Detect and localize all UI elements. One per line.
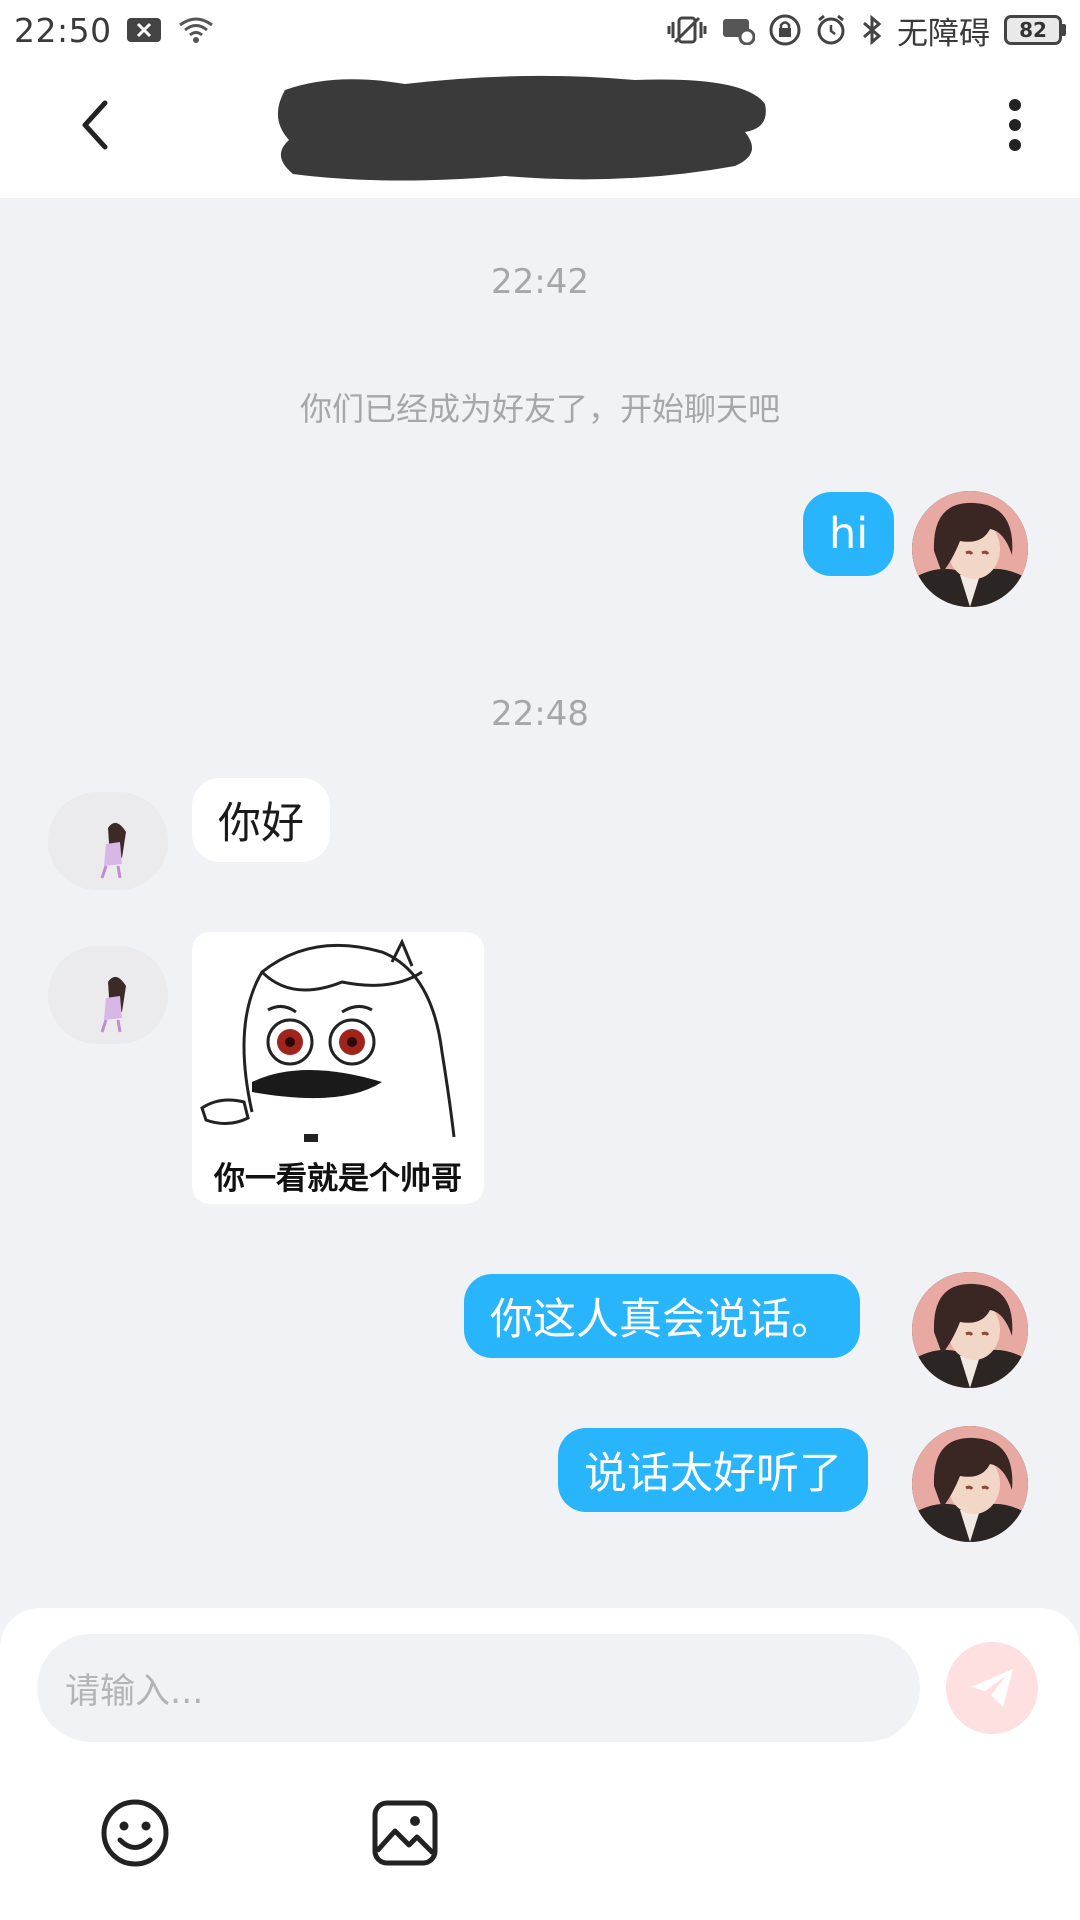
my-avatar[interactable] [912,1426,1028,1542]
emoji-icon [101,1799,169,1867]
message-bubble-sent[interactable]: 说话太好听了 [558,1428,868,1512]
timestamp: 22:48 [491,694,589,734]
send-button[interactable] [946,1642,1038,1734]
chat-header [0,60,1080,198]
notification-x-icon [126,16,162,44]
back-button[interactable] [60,90,130,160]
status-time: 22:50 [14,10,112,50]
contact-avatar[interactable] [48,792,168,890]
my-avatar[interactable] [912,491,1028,607]
more-options-button[interactable] [990,90,1040,160]
sticker-image [192,932,484,1162]
lock-icon [769,14,801,46]
my-avatar[interactable] [912,1272,1028,1388]
emoji-button[interactable] [97,1795,173,1871]
battery-icon: 82 [1004,15,1066,45]
chevron-left-icon [82,100,108,150]
wifi-icon [176,15,216,45]
sticker-message[interactable]: 你一看就是个帅哥 [192,932,484,1204]
message-icon [721,15,755,45]
message-composer: 请输入... [0,1608,1080,1920]
message-bubble-sent[interactable]: 你这人真会说话。 [464,1274,860,1358]
status-bar: 22:50 无障碍 82 [0,0,1080,60]
image-button[interactable] [367,1795,443,1871]
image-icon [372,1800,438,1866]
more-vertical-icon [1009,99,1021,151]
message-bubble-received[interactable]: 你好 [192,778,330,862]
contact-avatar[interactable] [48,946,168,1044]
bluetooth-icon [861,14,883,46]
battery-level: 82 [1004,15,1062,45]
system-message: 你们已经成为好友了，开始聊天吧 [299,390,780,428]
sticker-caption: 你一看就是个帅哥 [214,1161,462,1197]
alarm-icon [815,14,847,46]
timestamp: 22:42 [491,262,589,302]
message-bubble-sent[interactable]: hi [803,492,895,576]
vibrate-icon [667,14,707,46]
accessibility-label: 无障碍 [897,15,990,52]
message-input[interactable]: 请输入... [37,1634,920,1742]
send-icon [971,1669,1013,1707]
message-list[interactable]: 22:42 你们已经成为好友了，开始聊天吧 hi 22:48 你好 你一看就是个… [0,198,1080,1610]
contact-name-redacted [275,70,770,188]
input-placeholder: 请输入... [65,1671,204,1712]
